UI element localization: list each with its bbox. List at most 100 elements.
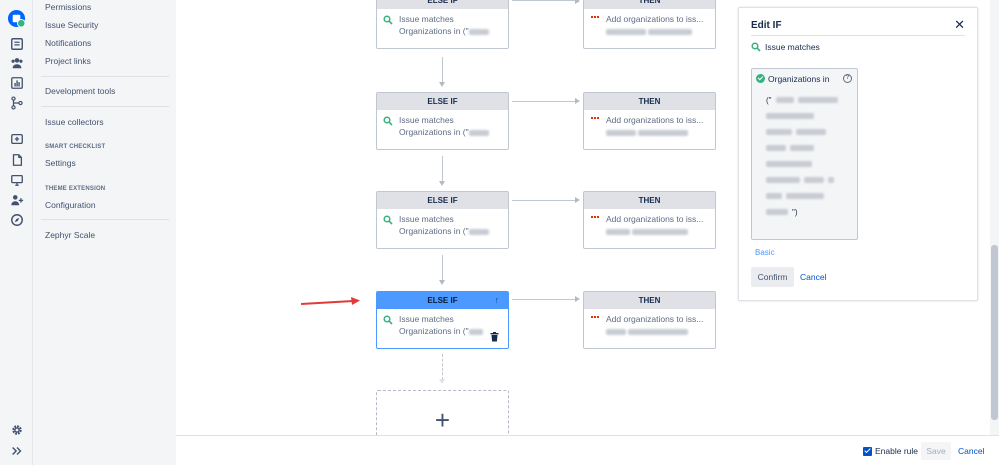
search-icon: [383, 116, 393, 126]
connector-line: [442, 255, 443, 281]
connector-line: [442, 57, 443, 83]
close-icon[interactable]: ✕: [954, 18, 965, 31]
sidebar-item-project-links[interactable]: Project links: [45, 56, 91, 66]
query-status: Organizations in: [756, 74, 829, 84]
project-settings-sidebar: Permissions Issue Security Notifications…: [33, 0, 176, 465]
node-body: Add organizations to iss...: [584, 209, 715, 237]
node-header: THEN: [584, 192, 715, 209]
query-line: [766, 188, 851, 204]
condition-line-1: Issue matches: [399, 314, 454, 324]
action-line-1: Add organizations to iss...: [606, 115, 704, 125]
enable-rule-checkbox[interactable]: [863, 446, 872, 456]
else-if-condition-node[interactable]: ELSE IF Issue matches Organizations in (…: [376, 0, 509, 49]
node-header: THEN: [584, 0, 715, 9]
connector-line: [512, 101, 576, 102]
sidebar-section-smart-checklist: SMART CHECKLIST: [45, 144, 106, 150]
query-line: "): [766, 204, 851, 220]
reports-icon[interactable]: [8, 74, 25, 91]
action-values: [606, 25, 709, 37]
cancel-link[interactable]: Cancel: [800, 272, 826, 282]
then-action-node[interactable]: THEN Add organizations to iss...: [583, 0, 716, 49]
jql-query-editor[interactable]: Organizations in ? (" "): [751, 68, 858, 240]
node-body: Add organizations to iss...: [584, 9, 715, 37]
condition-line-1: Issue matches: [399, 14, 454, 24]
condition-line-1: Issue matches: [399, 214, 454, 224]
condition-line-1: Issue matches: [399, 115, 454, 125]
scrollbar-thumb[interactable]: [991, 245, 998, 420]
query-line: [766, 124, 851, 140]
else-if-condition-node[interactable]: ELSE IF Issue matches Organizations in (…: [376, 92, 509, 150]
trash-icon[interactable]: [490, 329, 499, 342]
query-line: [766, 172, 851, 188]
connector-line: [512, 200, 576, 201]
page-icon[interactable]: [8, 151, 25, 168]
condition-line-2: Organizations in (": [399, 225, 502, 237]
condition-line-2: Organizations in (": [399, 126, 502, 138]
action-icon: [591, 16, 599, 19]
board-icon[interactable]: [8, 35, 25, 52]
compass-icon[interactable]: [8, 211, 25, 228]
basic-mode-link[interactable]: Basic: [755, 248, 775, 257]
enable-rule-label: Enable rule: [875, 446, 919, 456]
action-icon: [591, 316, 599, 319]
sidebar-divider: [41, 76, 169, 77]
search-icon: [383, 15, 393, 25]
gear-icon[interactable]: [8, 421, 25, 438]
add-person-icon[interactable]: [8, 191, 25, 208]
node-body: Issue matches Organizations in (": [377, 209, 508, 237]
then-action-node[interactable]: THEN Add organizations to iss...: [583, 92, 716, 150]
footer-cancel-link[interactable]: Cancel: [958, 446, 984, 456]
monitor-icon[interactable]: [8, 171, 25, 188]
sidebar-item-settings[interactable]: Settings: [45, 158, 76, 168]
node-header: ELSE IF: [377, 93, 508, 110]
node-header: ELSE IF ↑: [377, 292, 508, 309]
connector-arrow: [439, 379, 445, 384]
node-body: Issue matches Organizations in (": [377, 110, 508, 138]
connector-arrow: [439, 82, 445, 87]
app-root: Permissions Issue Security Notifications…: [0, 0, 999, 465]
rule-footer-bar: Enable rule Save Cancel: [176, 435, 999, 465]
save-button[interactable]: Save: [921, 442, 951, 460]
panel-divider: [751, 35, 965, 36]
then-action-node[interactable]: THEN Add organizations to iss...: [583, 291, 716, 349]
people-icon[interactable]: [8, 54, 25, 71]
help-icon[interactable]: ?: [843, 74, 852, 83]
node-header: ELSE IF: [377, 0, 508, 9]
query-line: [766, 108, 851, 124]
node-header: ELSE IF: [377, 192, 508, 209]
panel-title: Edit IF: [751, 20, 782, 31]
sidebar-section-theme-extension: THEME EXTENSION: [45, 186, 106, 192]
sidebar-item-development-tools[interactable]: Development tools: [45, 86, 115, 96]
confirm-button[interactable]: Confirm: [751, 267, 794, 287]
condition-type: Issue matches: [751, 42, 820, 52]
query-line: [766, 140, 851, 156]
canvas-scrollbar[interactable]: [990, 0, 999, 435]
sidebar-item-permissions[interactable]: Permissions: [45, 2, 91, 12]
expand-chevrons-icon[interactable]: [8, 442, 25, 459]
add-component-button[interactable]: +: [376, 390, 509, 435]
action-line-1: Add organizations to iss...: [606, 214, 704, 224]
project-avatar-icon[interactable]: [7, 9, 26, 28]
sidebar-item-zephyr-scale[interactable]: Zephyr Scale: [45, 230, 95, 240]
connector-line-dashed: [442, 354, 443, 380]
search-icon: [751, 42, 761, 52]
connector-arrow: [439, 181, 445, 186]
action-values: [606, 325, 709, 337]
sidebar-item-issue-security[interactable]: Issue Security: [45, 20, 98, 30]
connector-arrow: [575, 98, 580, 104]
move-up-icon[interactable]: ↑: [495, 292, 500, 309]
sidebar-item-configuration[interactable]: Configuration: [45, 200, 96, 210]
action-line-1: Add organizations to iss...: [606, 14, 704, 24]
add-item-icon[interactable]: [8, 130, 25, 147]
sidebar-item-issue-collectors[interactable]: Issue collectors: [45, 117, 104, 127]
else-if-condition-node-selected[interactable]: ELSE IF ↑ Issue matches Organizations in…: [376, 291, 509, 349]
query-line: (": [766, 92, 851, 108]
else-if-condition-node[interactable]: ELSE IF Issue matches Organizations in (…: [376, 191, 509, 249]
node-body: Issue matches Organizations in (": [377, 9, 508, 37]
sidebar-divider: [41, 106, 169, 107]
code-branch-icon[interactable]: [8, 94, 25, 111]
then-action-node[interactable]: THEN Add organizations to iss...: [583, 191, 716, 249]
connector-arrow: [575, 296, 580, 302]
enable-rule-toggle[interactable]: Enable rule: [863, 446, 918, 456]
sidebar-item-notifications[interactable]: Notifications: [45, 38, 91, 48]
